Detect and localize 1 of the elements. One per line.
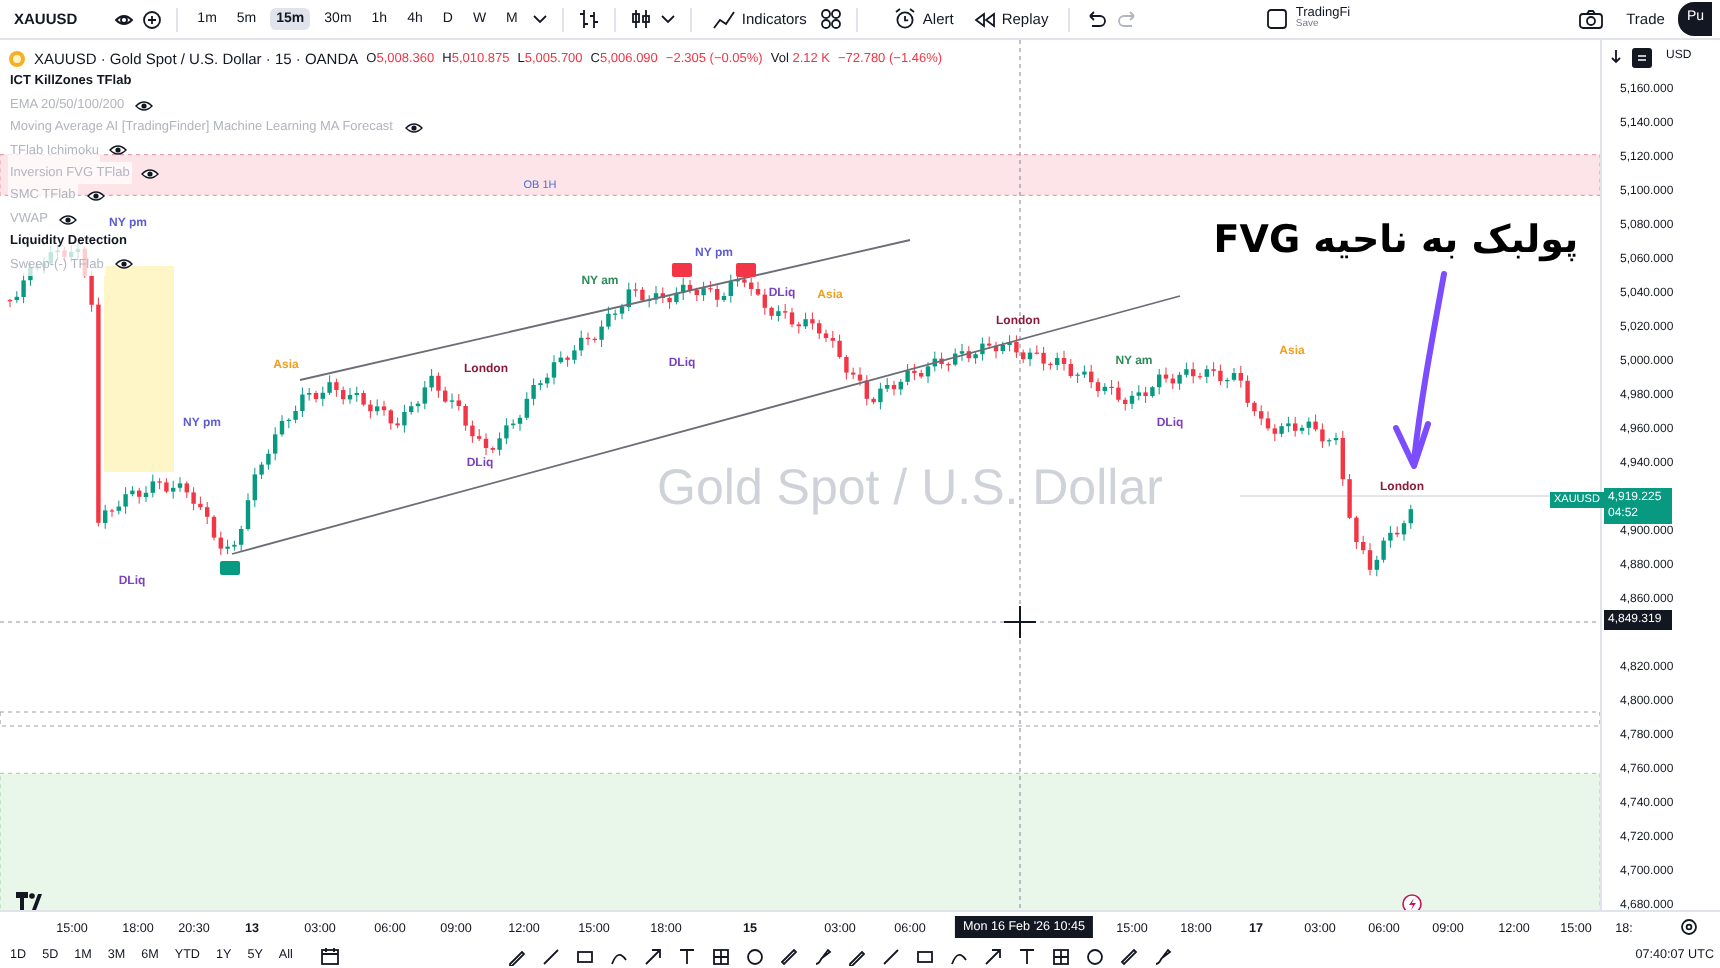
annotation-text: پولبک به ناحیه FVG <box>1211 216 1581 266</box>
